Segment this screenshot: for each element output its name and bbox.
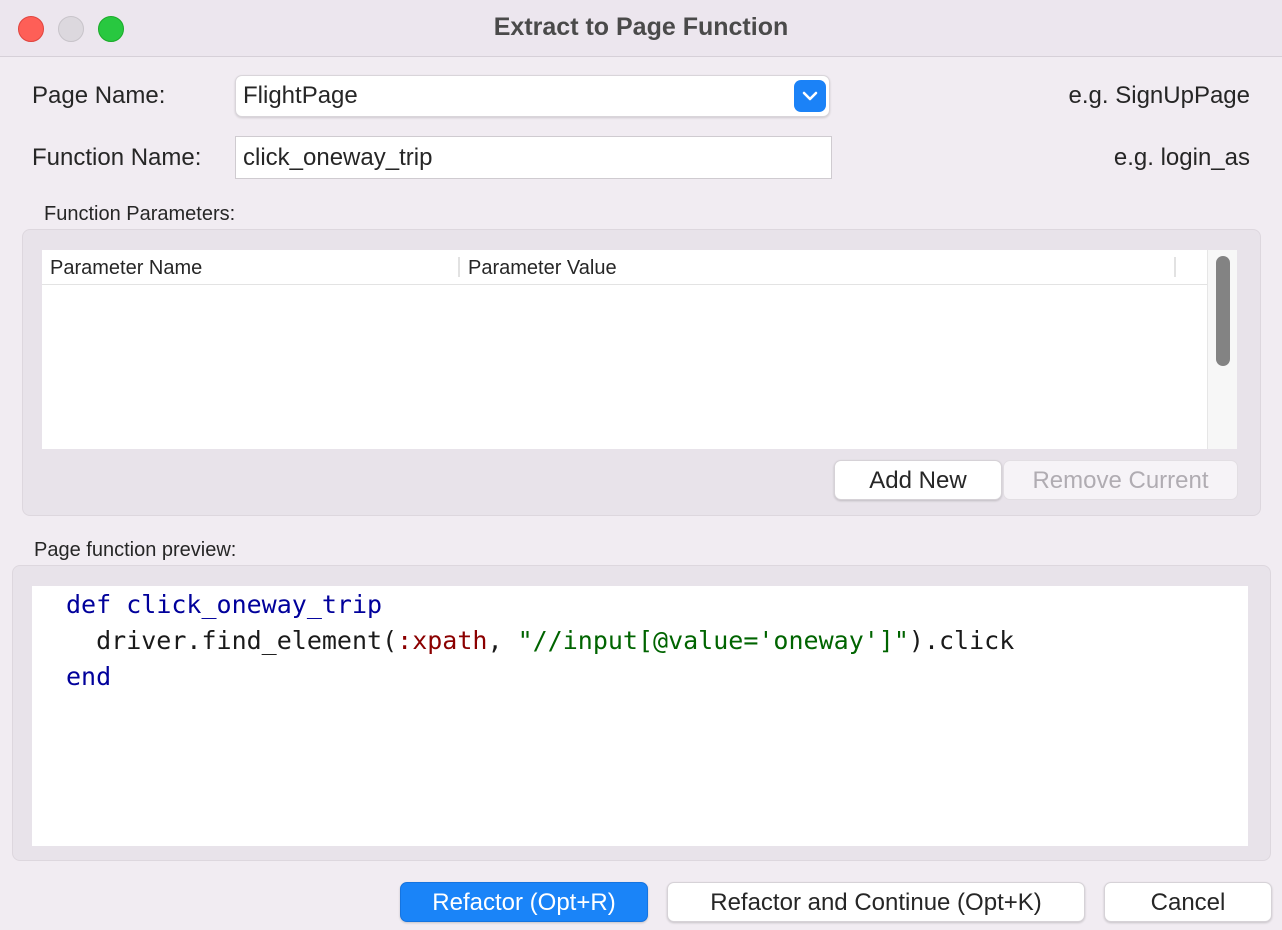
parameters-table-header: Parameter Name Parameter Value <box>42 250 1208 285</box>
code-line-2: driver.find_element(:xpath, "//input[@va… <box>66 626 1014 655</box>
code-line-3: end <box>66 662 111 691</box>
code-string: "//input[@value='oneway']" <box>517 626 909 655</box>
vertical-scrollbar[interactable] <box>1207 250 1237 449</box>
code-separator: , <box>487 626 518 655</box>
page-name-hint: e.g. SignUpPage <box>1068 82 1250 109</box>
page-name-combobox[interactable]: FlightPage <box>235 75 830 117</box>
code-function-name: click_oneway_trip <box>126 590 383 619</box>
chevron-down-icon[interactable] <box>794 80 826 112</box>
column-header-parameter-name[interactable]: Parameter Name <box>50 257 202 280</box>
code-keyword-end: end <box>66 662 112 691</box>
function-name-label: Function Name: <box>32 144 202 171</box>
code-keyword: def <box>66 590 112 619</box>
page-function-preview-label: Page function preview: <box>34 539 237 561</box>
add-new-button[interactable]: Add New <box>834 460 1002 500</box>
scrollbar-thumb[interactable] <box>1216 256 1230 366</box>
code-preview[interactable]: def click_oneway_trip driver.find_elemen… <box>32 586 1248 846</box>
code-call-prefix: driver.find_element( <box>66 626 398 655</box>
code-call-suffix: ).click <box>908 626 1015 655</box>
cancel-button[interactable]: Cancel <box>1104 882 1272 922</box>
remove-current-button[interactable]: Remove Current <box>1003 460 1238 500</box>
title-bar: Extract to Page Function <box>0 0 1282 57</box>
function-name-hint: e.g. login_as <box>1113 144 1250 171</box>
column-divider[interactable] <box>1174 257 1176 277</box>
refactor-and-continue-button[interactable]: Refactor and Continue (Opt+K) <box>667 882 1085 922</box>
refactor-button[interactable]: Refactor (Opt+R) <box>400 882 648 922</box>
parameters-table[interactable]: Parameter Name Parameter Value <box>42 250 1237 449</box>
page-name-value: FlightPage <box>243 82 358 109</box>
page-name-label: Page Name: <box>32 82 166 109</box>
function-parameters-label: Function Parameters: <box>44 203 236 225</box>
code-symbol: :xpath <box>397 626 488 655</box>
column-header-parameter-value[interactable]: Parameter Value <box>468 257 617 280</box>
window-title: Extract to Page Function <box>493 13 789 41</box>
code-line-1: def click_oneway_trip <box>66 590 382 619</box>
function-name-field[interactable] <box>235 136 832 179</box>
column-divider[interactable] <box>458 257 460 277</box>
